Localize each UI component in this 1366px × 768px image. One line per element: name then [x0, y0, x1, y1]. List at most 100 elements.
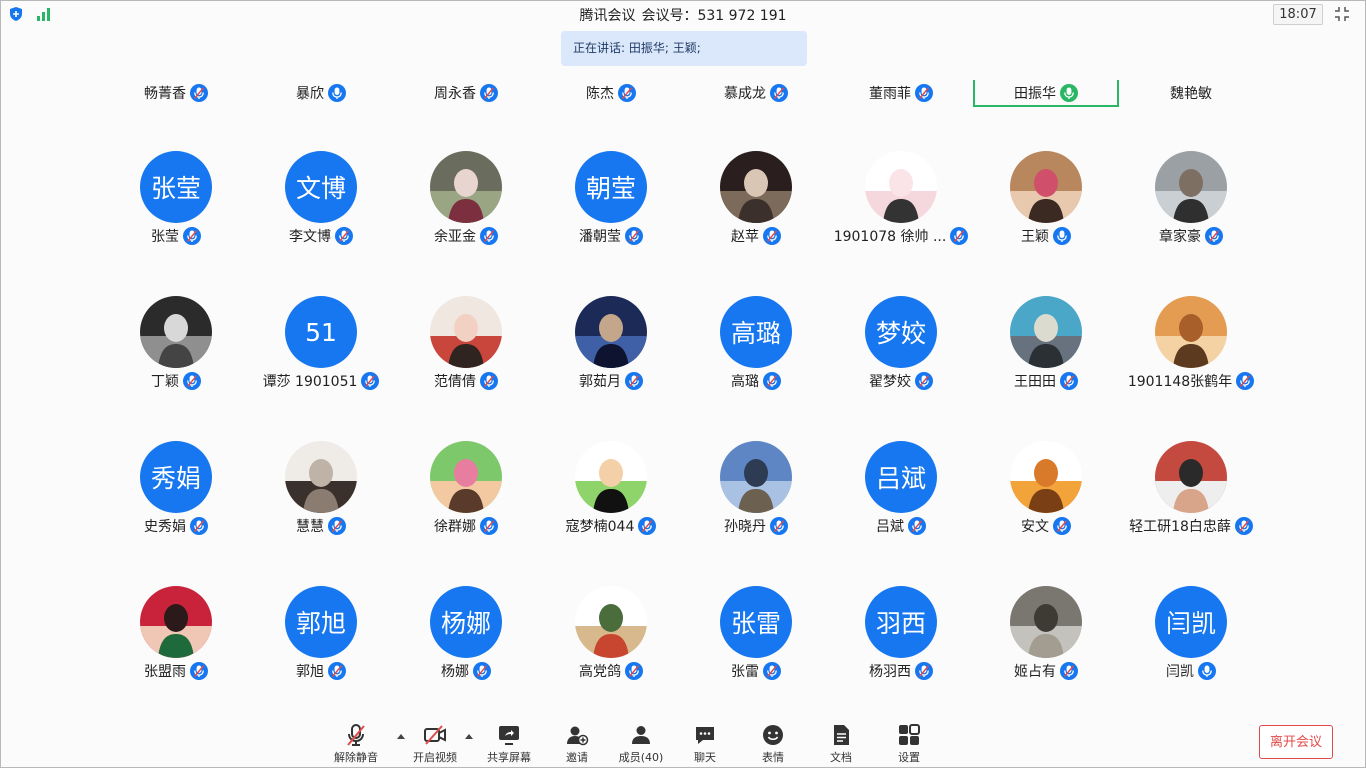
mic-icon	[1060, 83, 1078, 102]
mic-muted-icon	[1060, 372, 1078, 390]
participant-name: 范倩倩	[434, 374, 476, 390]
participant-name-row: 郭茹月	[538, 370, 684, 392]
mic-muted-icon	[915, 84, 933, 102]
participant-tile[interactable]: 余亚金	[393, 151, 539, 261]
mic-muted-icon	[190, 517, 208, 535]
participant-name: 潘朝莹	[579, 229, 621, 245]
avatar	[865, 151, 937, 223]
participant-tile[interactable]: 范倩倩	[393, 296, 539, 406]
participant-tile[interactable]: 王田田	[973, 296, 1119, 406]
participant-name-row: 李文博	[248, 225, 394, 247]
settings-icon	[899, 724, 920, 745]
participant-name-row: 张盟雨	[103, 660, 249, 682]
settings-button[interactable]: 设置	[877, 723, 941, 765]
strip-participant[interactable]: 陈杰	[538, 80, 684, 106]
unmute-button[interactable]: 解除静音	[324, 723, 388, 765]
participant-tile[interactable]: 1901148张鹤年	[1118, 296, 1264, 406]
avatar-photo	[1155, 441, 1227, 513]
participant-tile[interactable]: 张莹 张莹	[103, 151, 249, 261]
participant-name: 1901148张鹤年	[1127, 374, 1233, 390]
strip-participant[interactable]: 董雨菲	[828, 80, 974, 106]
strip-participant[interactable]: 周永香	[393, 80, 539, 106]
chat-label: 聊天	[694, 751, 716, 764]
mic-muted-icon	[473, 662, 491, 680]
participant-name-row: 章家豪	[1118, 225, 1264, 247]
participant-tile[interactable]: 孙晓丹	[683, 441, 829, 551]
participant-tile[interactable]: 王颖	[973, 151, 1119, 261]
participant-name-row: 闫凯	[1118, 660, 1264, 682]
avatar	[1010, 441, 1082, 513]
avatar	[1010, 151, 1082, 223]
invite-button[interactable]: 邀请	[545, 723, 609, 765]
participant-name: 李文博	[289, 229, 331, 245]
chat-button[interactable]: 聊天	[673, 723, 737, 765]
reactions-button[interactable]: 表情	[741, 723, 805, 765]
participant-tile[interactable]: 张雷 张雷	[683, 586, 829, 696]
participant-name: 张盟雨	[144, 664, 186, 680]
participant-name-row: 高璐	[683, 370, 829, 392]
mic-muted-icon	[347, 724, 365, 746]
leave-meeting-button[interactable]: 离开会议	[1259, 725, 1333, 759]
video-options-caret[interactable]	[464, 732, 474, 740]
participant-tile[interactable]: 徐群娜	[393, 441, 539, 551]
meeting-window: 腾讯会议 会议号：531 972 191 18:07 正在讲话: 田振华; 王颖;…	[0, 0, 1366, 768]
mic-muted-icon	[915, 372, 933, 390]
avatar: 51	[285, 296, 357, 368]
mic-muted-icon	[480, 84, 498, 102]
participant-tile[interactable]: 梦姣 翟梦姣	[828, 296, 974, 406]
share-screen-button[interactable]: 共享屏幕	[477, 723, 541, 765]
participant-tile[interactable]: 安文	[973, 441, 1119, 551]
participant-name-row: 1901078 徐帅 ...	[828, 225, 974, 247]
participant-tile[interactable]: 郭旭 郭旭	[248, 586, 394, 696]
participant-tile[interactable]: 文博 李文博	[248, 151, 394, 261]
participant-tile[interactable]: 姬占有	[973, 586, 1119, 696]
avatar	[1155, 151, 1227, 223]
start-video-button[interactable]: 开启视频	[403, 723, 467, 765]
participant-tile[interactable]: 轻工研18白忠薛	[1118, 441, 1264, 551]
avatar-photo	[1010, 586, 1082, 658]
strip-participant[interactable]: 畅菁香	[103, 80, 249, 106]
strip-participant[interactable]: 慕成龙	[683, 80, 829, 106]
participant-name-row: 姬占有	[973, 660, 1119, 682]
participant-tile[interactable]: 丁颖	[103, 296, 249, 406]
participant-name: 谭莎 1901051	[262, 374, 358, 390]
participant-tile[interactable]: 秀娟 史秀娟	[103, 441, 249, 551]
participant-tile[interactable]: 郭茹月	[538, 296, 684, 406]
avatar	[430, 441, 502, 513]
participant-tile[interactable]: 高璐 高璐	[683, 296, 829, 406]
participant-name: 徐群娜	[434, 519, 476, 535]
participant-name: 慕成龙	[724, 86, 766, 102]
start-video-label: 开启视频	[413, 751, 457, 764]
participant-tile[interactable]: 1901078 徐帅 ...	[828, 151, 974, 261]
fullscreen-icon[interactable]	[1334, 6, 1350, 22]
participant-tile[interactable]: 寇梦楠044	[538, 441, 684, 551]
participant-name-row: 王颖	[973, 225, 1119, 247]
participant-tile[interactable]: 慧慧	[248, 441, 394, 551]
strip-participant[interactable]: 田振华	[973, 80, 1119, 107]
strip-participant[interactable]: 魏艳敏	[1118, 80, 1264, 106]
participant-tile[interactable]: 51 谭莎 1901051	[248, 296, 394, 406]
title-bar: 腾讯会议 会议号：531 972 191 18:07	[1, 1, 1365, 27]
avatar	[140, 586, 212, 658]
participant-name: 张莹	[151, 229, 179, 245]
participant-tile[interactable]: 赵苹	[683, 151, 829, 261]
participant-tile[interactable]: 羽西 杨羽西	[828, 586, 974, 696]
participant-tile[interactable]: 朝莹 潘朝莹	[538, 151, 684, 261]
participant-tile[interactable]: 杨娜 杨娜	[393, 586, 539, 696]
participant-tile[interactable]: 张盟雨	[103, 586, 249, 696]
participant-tile[interactable]: 章家豪	[1118, 151, 1264, 261]
mic-muted-icon	[480, 372, 498, 390]
participant-tile[interactable]: 高党鸽	[538, 586, 684, 696]
participant-name-row: 杨羽西	[828, 660, 974, 682]
avatar	[1155, 441, 1227, 513]
strip-participant[interactable]: 暴欣	[248, 80, 394, 106]
participant-name-row: 余亚金	[393, 225, 539, 247]
participant-tile[interactable]: 吕斌 吕斌	[828, 441, 974, 551]
participant-name: 寇梦楠044	[565, 519, 635, 535]
participant-name-row: 丁颖	[103, 370, 249, 392]
speaking-banner: 正在讲话: 田振华; 王颖;	[561, 31, 807, 66]
docs-button[interactable]: 文档	[809, 723, 873, 765]
participant-tile[interactable]: 闫凯 闫凯	[1118, 586, 1264, 696]
participant-name-row: 赵苹	[683, 225, 829, 247]
members-button[interactable]: 成员(40)	[609, 723, 673, 765]
